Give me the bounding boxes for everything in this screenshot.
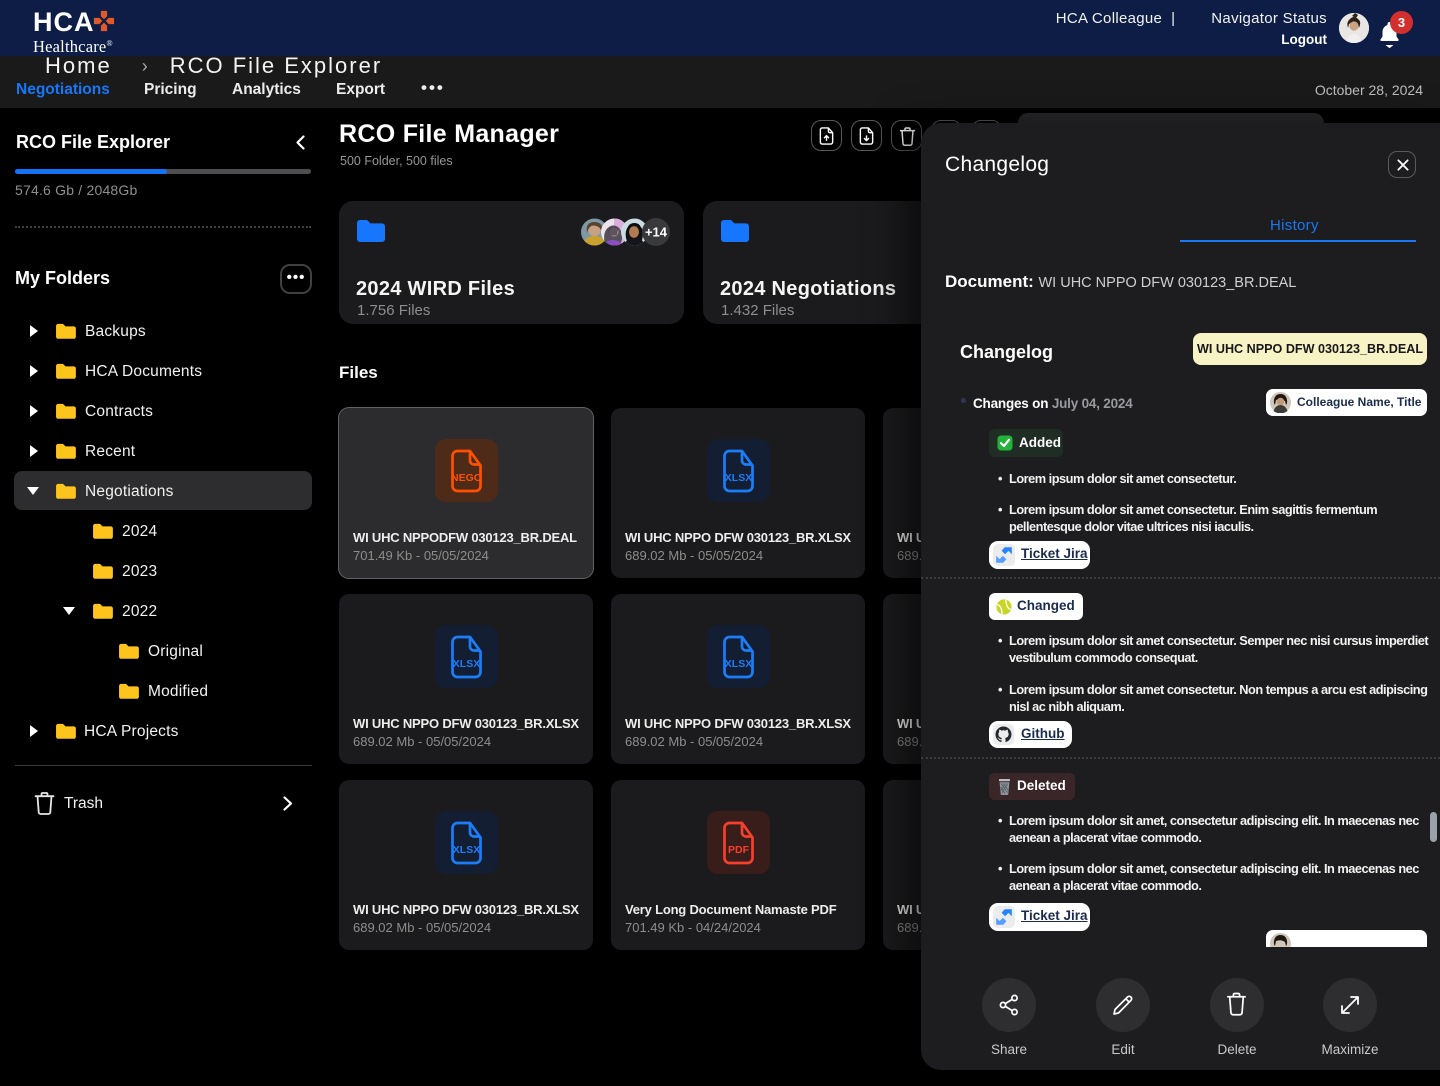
svg-text:XLSX: XLSX — [724, 472, 751, 484]
svg-text:+14: +14 — [645, 225, 668, 240]
svg-text:XLSX: XLSX — [452, 844, 479, 856]
svg-text:NEGO: NEGO — [451, 472, 482, 484]
svg-text:XLSX: XLSX — [724, 658, 751, 670]
svg-text:XLSX: XLSX — [452, 658, 479, 670]
svg-text:PDF: PDF — [728, 844, 750, 856]
